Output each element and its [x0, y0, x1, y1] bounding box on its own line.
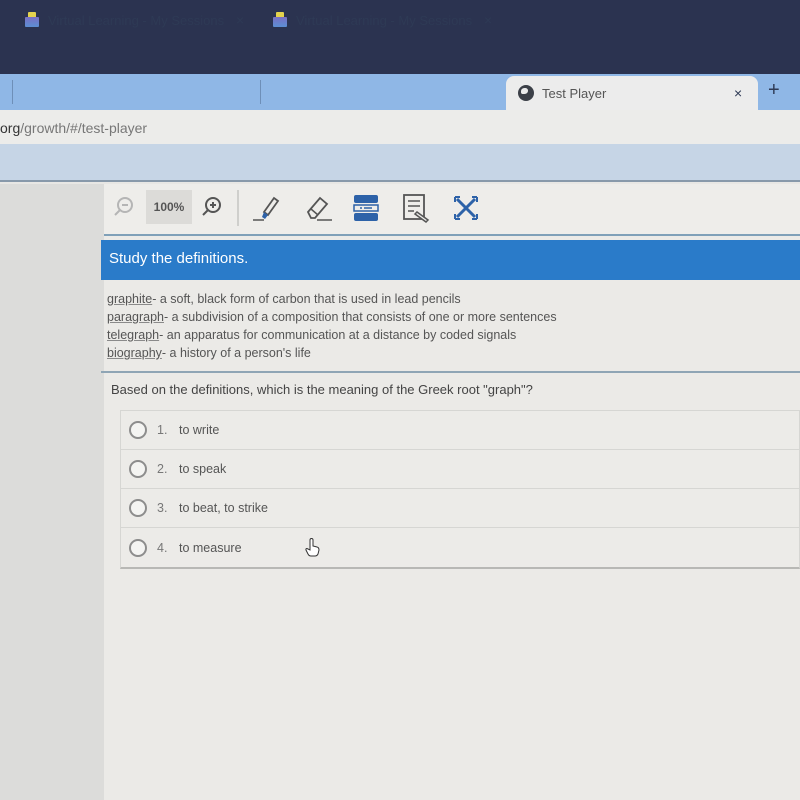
notepad-button[interactable]: [400, 192, 432, 224]
zoom-out-icon: [114, 197, 133, 216]
line-reader-button[interactable]: [352, 192, 380, 224]
app-header-bar: [0, 144, 800, 182]
close-tab-icon[interactable]: ×: [734, 85, 742, 101]
tab-separator: [12, 80, 13, 104]
answer-eliminator-button[interactable]: [452, 194, 480, 222]
tab-label: Virtual Learning - My Sessions: [48, 12, 225, 28]
line-reader-icon: [353, 195, 379, 221]
answer-options: 1. to write 2. to speak 3. to beat, to s…: [120, 410, 800, 569]
tab-label: Virtual Learning - My Sessions: [296, 12, 473, 28]
app-favicon-icon: [24, 12, 40, 28]
definition-term[interactable]: graphite: [107, 292, 152, 306]
eraser-icon: [306, 196, 332, 221]
address-bar[interactable]: org/growth/#/test-player: [0, 110, 800, 144]
definitions-list: graphite- a soft, black form of carbon t…: [107, 290, 557, 362]
option-text: to measure: [179, 540, 242, 555]
answer-option-3[interactable]: 3. to beat, to strike: [121, 489, 799, 528]
definition-term[interactable]: biography: [107, 346, 162, 360]
option-text: to write: [179, 423, 220, 437]
option-number: 1.: [157, 423, 168, 437]
hand-pointer-cursor-icon: [305, 538, 320, 557]
tab-virtual-learning-1[interactable]: Virtual Learning - My Sessions ×: [24, 4, 260, 36]
passage-title: Study the definitions.: [109, 250, 249, 267]
new-tab-button[interactable]: +: [768, 79, 780, 102]
tab-virtual-learning-2[interactable]: Virtual Learning - My Sessions ×: [272, 4, 504, 36]
option-number: 2.: [157, 462, 168, 476]
tab-separator: [260, 80, 261, 104]
tab-label: Test Player: [542, 85, 607, 101]
radio-button[interactable]: [129, 538, 147, 557]
definition-item: graphite- a soft, black form of carbon t…: [107, 292, 461, 306]
option-text: to beat, to strike: [179, 501, 268, 515]
close-tab-icon[interactable]: ×: [236, 12, 244, 28]
option-number: 3.: [157, 501, 168, 515]
definition-item: paragraph- a subdivision of a compositio…: [107, 310, 557, 324]
zoom-level: 100%: [146, 190, 192, 224]
radio-button[interactable]: [129, 421, 147, 439]
zoom-in-icon: [202, 197, 221, 216]
answer-option-2[interactable]: 2. to speak: [121, 450, 799, 489]
highlighter-icon: [253, 196, 280, 221]
answer-option-1[interactable]: 1. to write: [121, 411, 799, 450]
eraser-button[interactable]: [302, 192, 334, 224]
radio-button[interactable]: [129, 460, 147, 478]
tab-test-player[interactable]: Test Player ×: [506, 76, 758, 110]
answer-eliminator-icon: [454, 196, 478, 220]
notepad-icon: [403, 194, 430, 223]
url-text[interactable]: org/growth/#/test-player: [0, 120, 147, 136]
definition-item: biography- a history of a person's life: [107, 346, 311, 360]
answer-option-4[interactable]: 4. to measure: [121, 528, 799, 567]
radio-button[interactable]: [129, 499, 147, 517]
zoom-out-button[interactable]: [112, 194, 136, 218]
question-prompt: Based on the definitions, which is the m…: [111, 382, 533, 397]
option-number: 4.: [157, 540, 168, 555]
app-favicon-icon: [272, 12, 288, 28]
zoom-in-button[interactable]: [200, 194, 224, 218]
globe-icon: [518, 85, 534, 101]
close-tab-icon[interactable]: ×: [484, 12, 492, 28]
option-text: to speak: [179, 462, 227, 476]
left-panel: [0, 184, 104, 800]
passage-banner: Study the definitions.: [101, 240, 800, 280]
question-divider: [101, 371, 800, 373]
toolbar-divider: [237, 190, 239, 226]
highlighter-button[interactable]: [250, 192, 282, 224]
definition-term[interactable]: telegraph: [107, 328, 159, 342]
definition-term[interactable]: paragraph: [107, 310, 164, 324]
definition-item: telegraph- an apparatus for communicatio…: [107, 328, 517, 342]
